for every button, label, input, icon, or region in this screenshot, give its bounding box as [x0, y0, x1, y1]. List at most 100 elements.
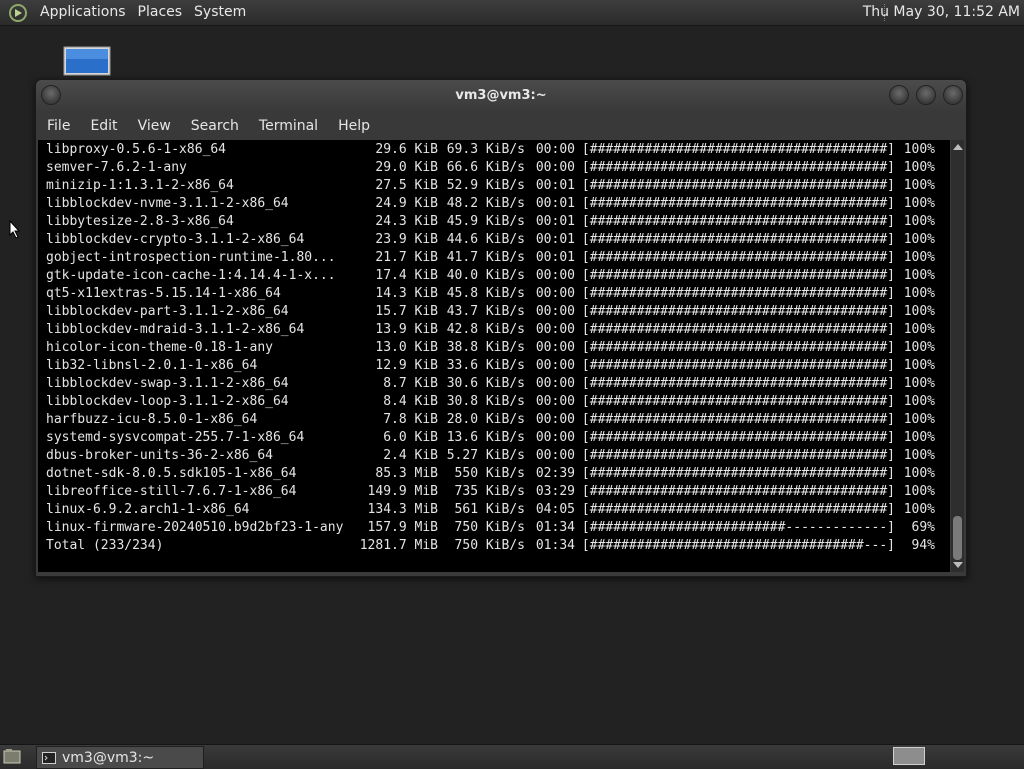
package-name: libblockdev-crypto-3.1.1-2-x86_64	[46, 232, 305, 247]
progress-percent: 100%	[903, 412, 935, 427]
progress-bar-text: [######################################]	[581, 232, 895, 247]
terminal-line: Total (233/234) 1281.7 MiB 750 KiB/s 01:34 […	[46, 537, 935, 555]
progress-bar-text: [######################################]	[581, 322, 895, 337]
package-name: libproxy-0.5.6-1-x86_64	[46, 142, 227, 157]
show-desktop-icon[interactable]	[3, 748, 21, 764]
menu-file[interactable]: File	[36, 112, 80, 140]
menu-view[interactable]: View	[128, 112, 181, 140]
menu-help[interactable]: Help	[328, 112, 380, 140]
download-size: 2.4 KiB	[383, 448, 438, 463]
terminal-line: libblockdev-swap-3.1.1-2-x86_64 8.7 KiB 30…	[46, 375, 935, 393]
maximize-button[interactable]	[916, 85, 936, 105]
progress-bar-text: [######################################]	[581, 466, 895, 481]
progress-percent: 100%	[903, 268, 935, 283]
download-rate: 41.7 KiB/s	[446, 250, 525, 265]
eta: 00:01	[535, 250, 575, 265]
distro-logo-icon[interactable]	[8, 3, 28, 23]
eta: 00:00	[535, 142, 575, 157]
download-size: 8.7 KiB	[383, 376, 438, 391]
scroll-up-arrow-icon[interactable]	[953, 144, 963, 150]
eta: 00:00	[535, 160, 575, 175]
menubar: File Edit View Search Terminal Help	[36, 112, 966, 140]
eta: 00:00	[535, 448, 575, 463]
download-size: 13.9 KiB	[375, 322, 438, 337]
computer-desktop-icon[interactable]	[63, 46, 111, 78]
eta: 00:00	[535, 286, 575, 301]
minimize-button[interactable]	[889, 85, 909, 105]
progress-bar-text: [###################################---]	[581, 538, 895, 553]
eta: 03:29	[535, 484, 575, 499]
terminal-line: libblockdev-mdraid-3.1.1-2-x86_64 13.9 Ki…	[46, 321, 935, 339]
taskbar-button-label: vm3@vm3:~	[62, 749, 155, 766]
eta: 00:00	[535, 394, 575, 409]
download-rate: 28.0 KiB/s	[446, 412, 525, 427]
download-size: 134.3 MiB	[367, 502, 438, 517]
terminal-icon	[42, 751, 56, 764]
progress-percent: 100%	[903, 430, 935, 445]
download-rate: 44.6 KiB/s	[446, 232, 525, 247]
progress-percent: 100%	[903, 196, 935, 211]
package-name: minizip-1:1.3.1-2-x86_64	[46, 178, 234, 193]
eta: 00:00	[535, 340, 575, 355]
terminal-line: semver-7.6.2-1-any 29.0 KiB 66.6 KiB/s 00:0…	[46, 159, 935, 177]
terminal-line: libbytesize-2.8-3-x86_64 24.3 KiB 45.9 KiB…	[46, 213, 935, 231]
terminal-output[interactable]: libproxy-0.5.6-1-x86_64 29.6 KiB 69.3 KiB/…	[38, 140, 950, 572]
download-size: 29.0 KiB	[375, 160, 438, 175]
progress-percent: 100%	[903, 232, 935, 247]
progress-bar-text: [#########################-------------]	[581, 520, 895, 535]
download-rate: 33.6 KiB/s	[446, 358, 525, 373]
eta: 00:00	[535, 358, 575, 373]
progress-bar-text: [######################################]	[581, 304, 895, 319]
terminal-line: libblockdev-loop-3.1.1-2-x86_64 8.4 KiB 30…	[46, 393, 935, 411]
terminal-line: libblockdev-nvme-3.1.1-2-x86_64 24.9 KiB 4…	[46, 195, 935, 213]
download-rate: 30.6 KiB/s	[446, 376, 525, 391]
progress-percent: 69%	[911, 520, 935, 535]
package-name: hicolor-icon-theme-0.18-1-any	[46, 340, 273, 355]
package-name: dotnet-sdk-8.0.5.sdk105-1-x86_64	[46, 466, 297, 481]
menu-search[interactable]: Search	[181, 112, 249, 140]
eta: 02:39	[535, 466, 575, 481]
progress-percent: 100%	[903, 466, 935, 481]
eta: 00:00	[535, 322, 575, 337]
progress-percent: 100%	[903, 484, 935, 499]
download-rate: 69.3 KiB/s	[446, 142, 525, 157]
package-name: Total (233/234)	[46, 538, 164, 553]
progress-percent: 100%	[903, 160, 935, 175]
terminal-line: linux-6.9.2.arch1-1-x86_64 134.3 MiB 561 K…	[46, 501, 935, 519]
close-button[interactable]	[943, 85, 963, 105]
progress-bar-text: [######################################]	[581, 430, 895, 445]
eta: 01:34	[535, 538, 575, 553]
progress-bar-text: [######################################]	[581, 268, 895, 283]
progress-bar-text: [######################################]	[581, 196, 895, 211]
scrollbar-thumb[interactable]	[953, 516, 962, 560]
package-name: harfbuzz-icu-8.5.0-1-x86_64	[46, 412, 258, 427]
terminal-line: harfbuzz-icu-8.5.0-1-x86_64 7.8 KiB 28.0 K…	[46, 411, 935, 429]
progress-bar-text: [######################################]	[581, 178, 895, 193]
taskbar-button-terminal[interactable]: vm3@vm3:~	[36, 746, 204, 769]
progress-bar-text: [######################################]	[581, 448, 895, 463]
scroll-down-arrow-icon[interactable]	[953, 562, 963, 568]
menu-terminal[interactable]: Terminal	[249, 112, 328, 140]
download-rate: 48.2 KiB/s	[446, 196, 525, 211]
terminal-scrollbar[interactable]	[951, 140, 964, 572]
progress-bar-text: [######################################]	[581, 502, 895, 517]
terminal-line: libblockdev-part-3.1.1-2-x86_64 15.7 KiB 4…	[46, 303, 935, 321]
download-rate: 42.8 KiB/s	[446, 322, 525, 337]
progress-bar-text: [######################################]	[581, 412, 895, 427]
menu-places[interactable]: Places	[132, 0, 189, 25]
menu-edit[interactable]: Edit	[80, 112, 127, 140]
clock[interactable]: Thu May 30, 11:52 AM	[855, 0, 1020, 25]
package-name: linux-firmware-20240510.b9d2bf23-1-any	[46, 520, 344, 535]
menu-applications[interactable]: Applications	[34, 0, 132, 25]
progress-bar-text: [######################################]	[581, 142, 895, 157]
download-size: 7.8 KiB	[383, 412, 438, 427]
progress-percent: 94%	[911, 538, 935, 553]
download-rate: 561 KiB/s	[454, 502, 525, 517]
eta: 00:00	[535, 412, 575, 427]
progress-bar-text: [######################################]	[581, 394, 895, 409]
workspace-switcher[interactable]	[893, 747, 925, 765]
window-titlebar[interactable]: vm3@vm3:~	[36, 80, 966, 112]
menu-system[interactable]: System	[188, 0, 252, 25]
download-size: 27.5 KiB	[375, 178, 438, 193]
window-title: vm3@vm3:~	[455, 88, 547, 103]
